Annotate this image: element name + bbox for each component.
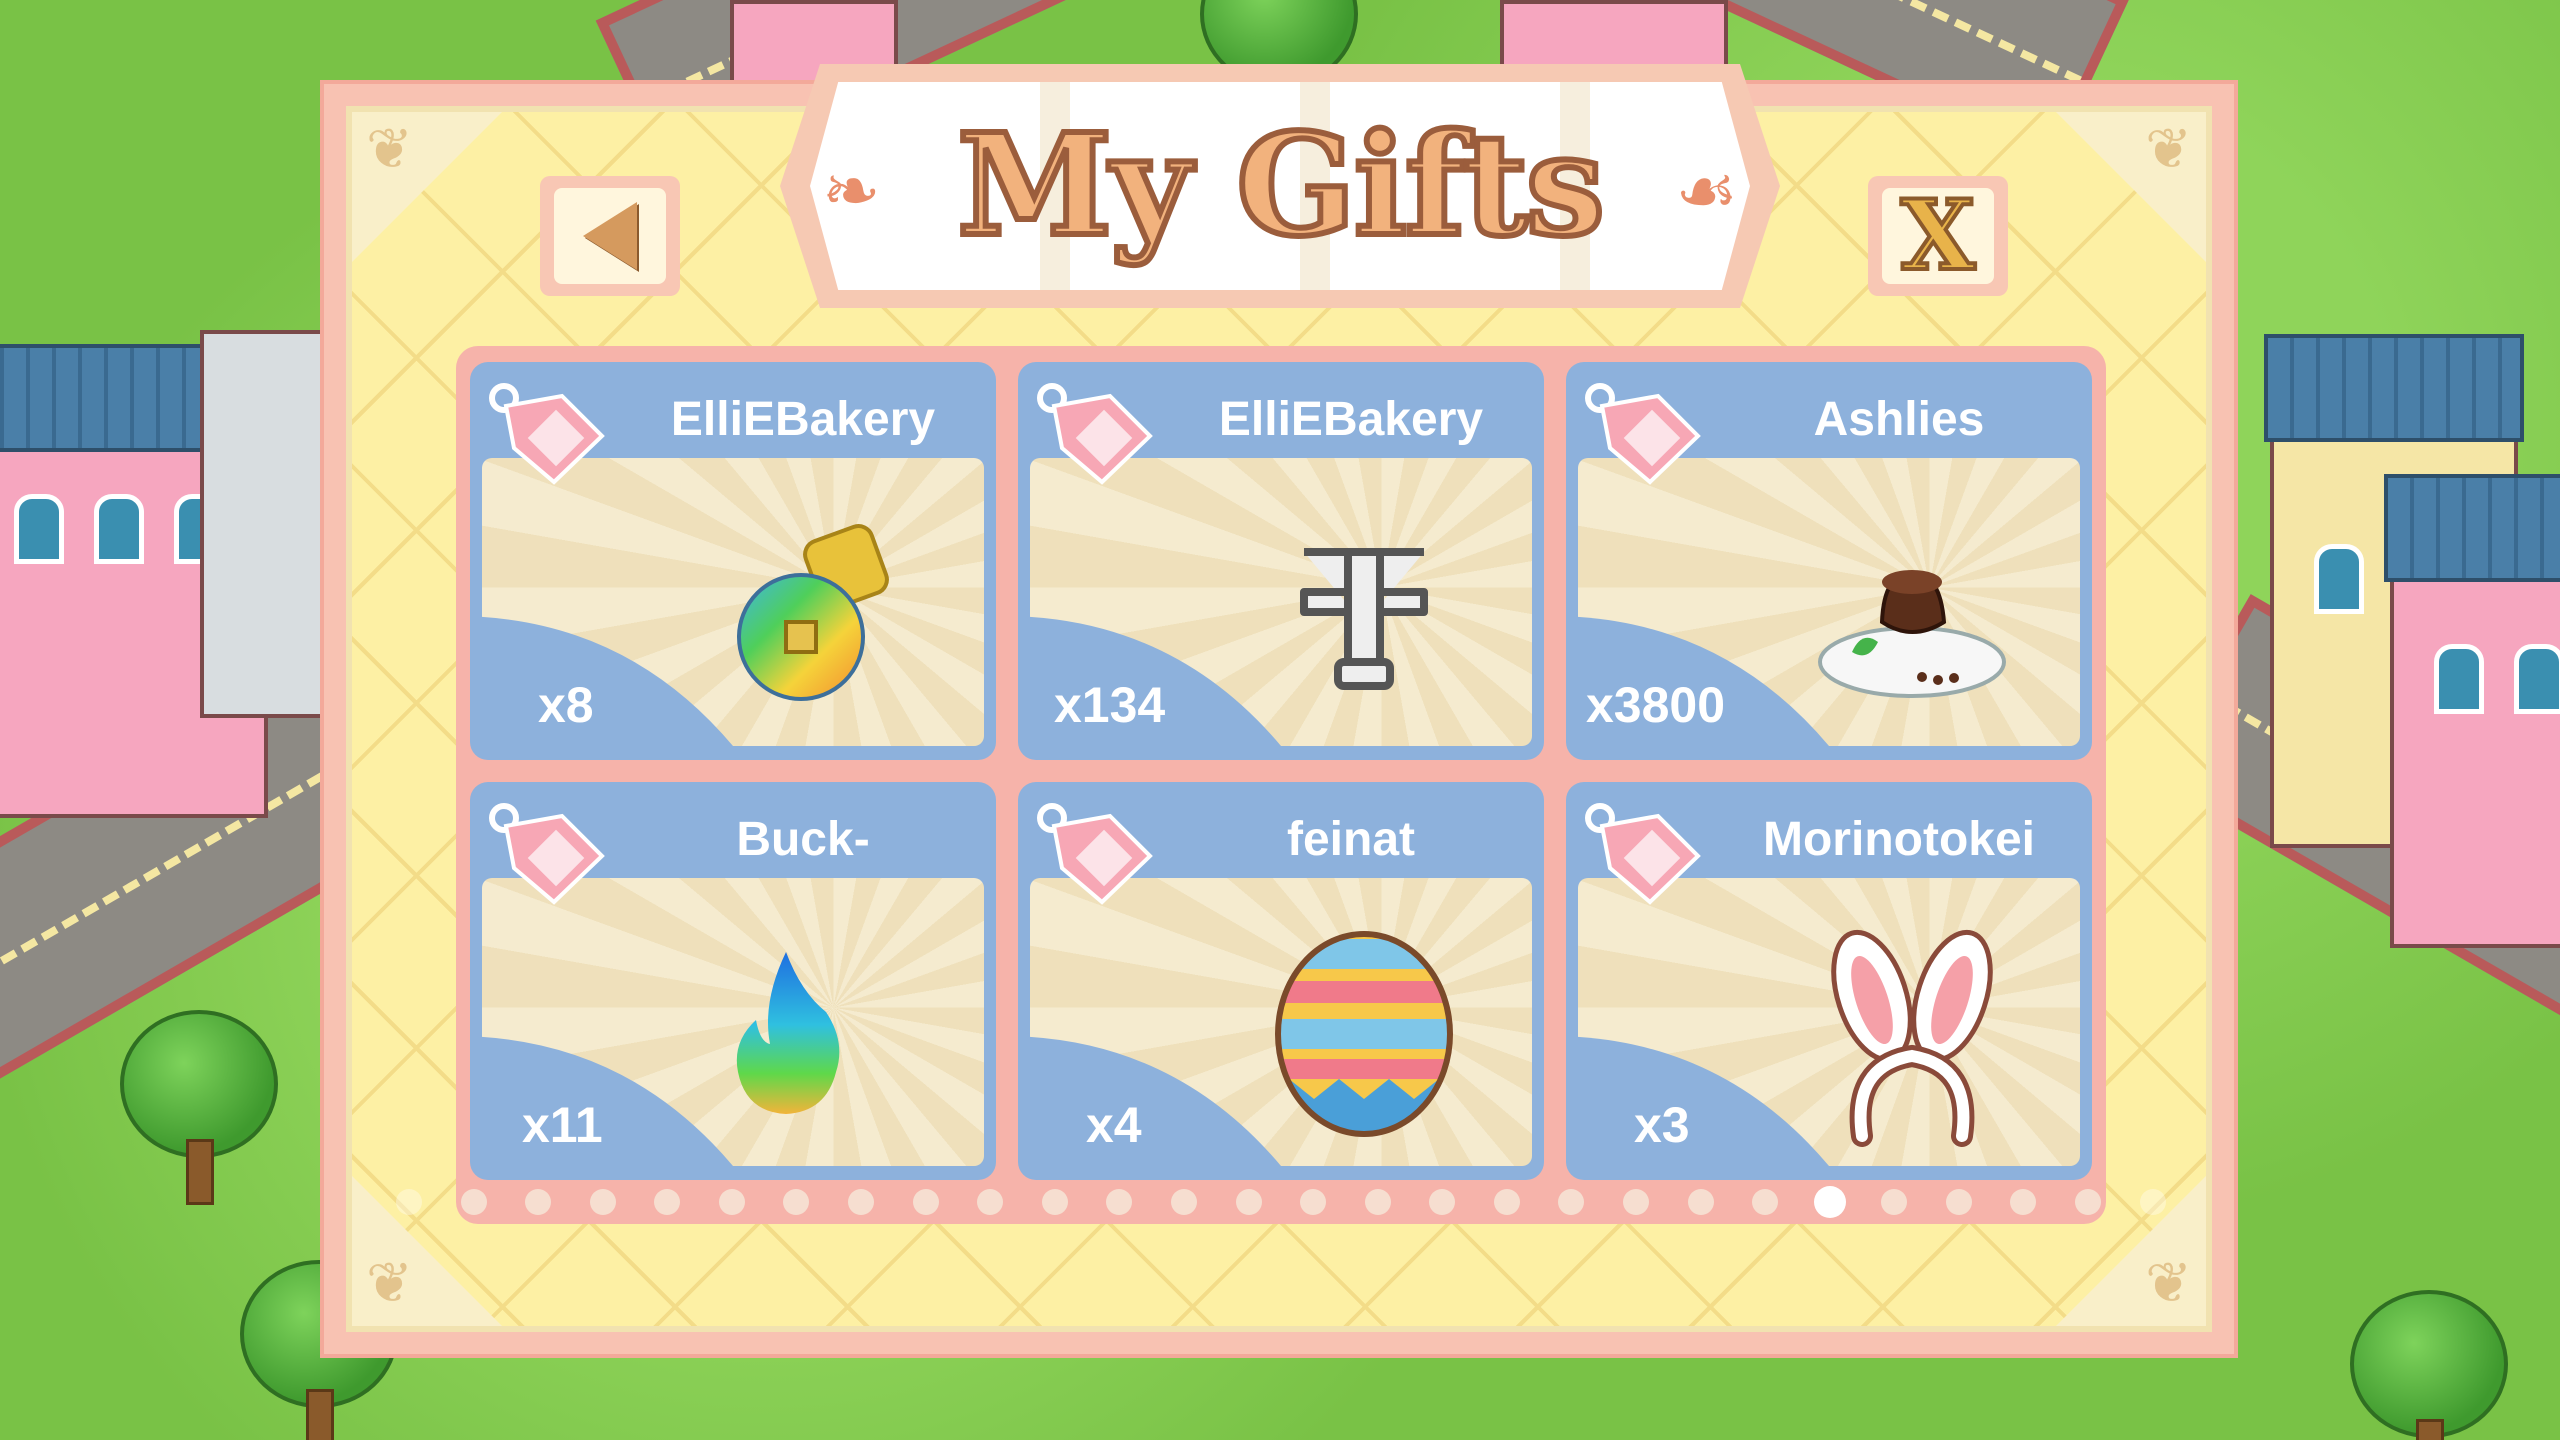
metal-bracket-icon — [1300, 548, 1428, 690]
tree — [2350, 1290, 2508, 1440]
page-dot[interactable] — [783, 1189, 810, 1215]
page-dot[interactable] — [1752, 1189, 1779, 1215]
corner-ornament: ❦ — [2056, 112, 2206, 262]
back-arrow-icon — [583, 202, 637, 270]
page-dot[interactable] — [1558, 1189, 1585, 1215]
gift-tag-icon — [1585, 803, 1701, 905]
gift-card[interactable]: feinat x4 — [1018, 782, 1544, 1180]
gift-quantity: x3800 — [1586, 677, 1726, 733]
gift-tag-icon — [1037, 383, 1153, 485]
page-dot[interactable] — [1364, 1189, 1391, 1215]
page-dot[interactable] — [396, 1189, 422, 1215]
page-dot[interactable] — [848, 1189, 875, 1215]
building — [200, 330, 338, 718]
page-dot[interactable] — [460, 1189, 487, 1215]
page-dot[interactable] — [1429, 1189, 1456, 1215]
chocolate-cake-icon — [1818, 570, 2006, 698]
building — [1500, 0, 1728, 68]
gift-quantity: x134 — [1054, 677, 1166, 733]
page-dot[interactable] — [1170, 1189, 1197, 1215]
gift-sender: feinat — [1286, 813, 1415, 866]
flourish-icon: ❧ — [822, 150, 881, 232]
title-banner: My Gifts ❧ ☙ — [780, 64, 1780, 308]
gift-sender: Buck- — [736, 813, 870, 866]
page-dot[interactable] — [1041, 1189, 1068, 1215]
building — [2384, 474, 2560, 948]
page-dot-active[interactable] — [1816, 1189, 1843, 1215]
page-dot[interactable] — [525, 1189, 552, 1215]
flourish-icon: ☙ — [1675, 150, 1738, 232]
page-dot[interactable] — [589, 1189, 616, 1215]
bunny-ears-icon — [1831, 929, 1993, 1147]
gift-tag-icon — [489, 383, 605, 485]
gift-sender: ElliEBakery — [1218, 393, 1484, 446]
gift-tag-icon — [1585, 383, 1701, 485]
page-dot[interactable] — [1945, 1189, 1972, 1215]
page-dot[interactable] — [1300, 1189, 1327, 1215]
page-dot[interactable] — [1687, 1189, 1714, 1215]
page-dot[interactable] — [1622, 1189, 1649, 1215]
gift-tag-icon — [1037, 803, 1153, 905]
page-dot[interactable] — [718, 1189, 745, 1215]
gift-sender: Morinotokei — [1763, 813, 2035, 866]
gift-quantity: x11 — [522, 1097, 603, 1153]
gift-card[interactable]: Buck- x11 — [470, 782, 996, 1180]
rainbow-flame-icon — [736, 952, 840, 1114]
gift-quantity: x4 — [1086, 1097, 1142, 1153]
gift-sender: ElliEBakery — [670, 393, 936, 446]
close-icon: X — [1899, 179, 1978, 292]
gift-card[interactable]: ElliEBakery x8 — [470, 362, 996, 760]
page-dot[interactable] — [654, 1189, 681, 1215]
page-dot[interactable] — [1106, 1189, 1133, 1215]
page-dot[interactable] — [1235, 1189, 1262, 1215]
page-dot[interactable] — [977, 1189, 1004, 1215]
rainbow-screw-icon — [737, 524, 889, 701]
gift-card[interactable]: ElliEBakery x134 — [1018, 362, 1544, 760]
gift-quantity: x3 — [1634, 1097, 1690, 1153]
easter-egg-icon — [1275, 931, 1453, 1137]
page-dot[interactable] — [2075, 1189, 2102, 1215]
page-dot[interactable] — [2139, 1189, 2166, 1215]
corner-ornament: ❦ — [352, 112, 502, 262]
pagination-dots — [396, 1186, 2166, 1218]
page-dot[interactable] — [912, 1189, 939, 1215]
gift-tag-icon — [489, 803, 605, 905]
page-dot[interactable] — [1493, 1189, 1520, 1215]
gift-sender: Ashlies — [1813, 393, 1985, 446]
page-title: My Gifts — [954, 101, 1608, 271]
close-button[interactable]: X — [1868, 176, 2008, 296]
gift-card[interactable]: Morinotokei x3 — [1566, 782, 2092, 1180]
gift-card[interactable]: Ashlies x3800 — [1566, 362, 2092, 760]
gift-quantity: x8 — [538, 677, 594, 733]
back-button[interactable] — [540, 176, 680, 296]
page-dot[interactable] — [2010, 1189, 2037, 1215]
page-dot[interactable] — [1881, 1189, 1908, 1215]
tree — [120, 1010, 278, 1205]
